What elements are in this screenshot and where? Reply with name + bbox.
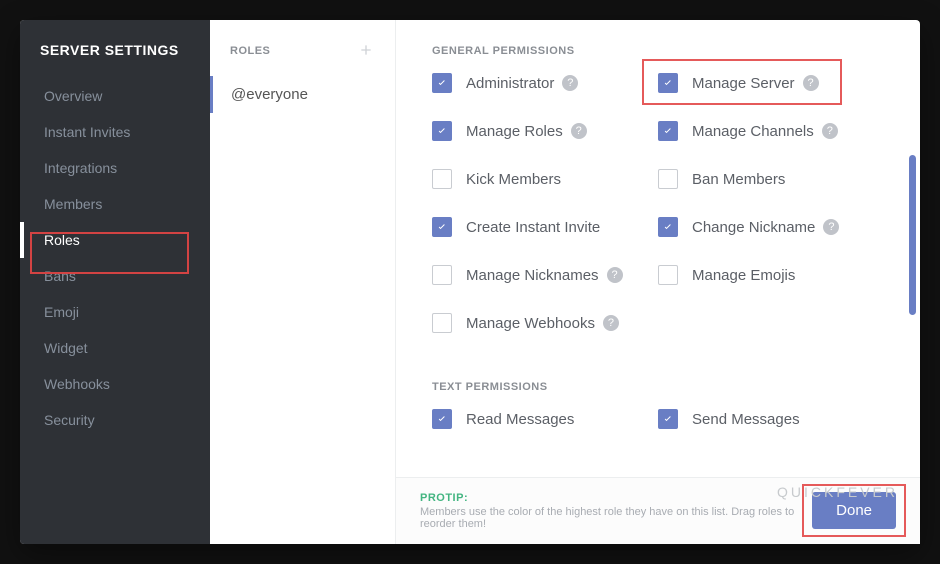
permission-item: Change Nickname? <box>658 217 884 237</box>
server-settings-modal: SERVER SETTINGS OverviewInstant InvitesI… <box>20 20 920 544</box>
protip: PROTIP: Members use the color of the hig… <box>420 492 812 530</box>
permission-label: Manage Emojis <box>692 267 795 284</box>
permission-item: Manage Emojis <box>658 265 884 285</box>
sidebar-item-widget[interactable]: Widget <box>20 330 210 366</box>
permissions-section-title: GENERAL PERMISSIONS <box>432 45 884 57</box>
help-icon[interactable]: ? <box>823 219 839 235</box>
permission-label: Manage Channels <box>692 123 814 140</box>
sidebar-nav: OverviewInstant InvitesIntegrationsMembe… <box>20 78 210 438</box>
permission-label: Read Messages <box>466 411 574 428</box>
permission-item: Send Messages <box>658 409 884 429</box>
permission-item: Manage Webhooks? <box>432 313 658 333</box>
permission-item: Create Instant Invite <box>432 217 658 237</box>
permissions-section-title: TEXT PERMISSIONS <box>432 381 884 393</box>
sidebar-item-members[interactable]: Members <box>20 186 210 222</box>
permission-checkbox[interactable] <box>658 217 678 237</box>
permission-label: Kick Members <box>466 171 561 188</box>
permission-label: Manage Server <box>692 75 795 92</box>
scrollbar-thumb[interactable] <box>909 155 916 315</box>
help-icon[interactable]: ? <box>607 267 623 283</box>
permission-item: Ban Members <box>658 169 884 189</box>
help-icon[interactable]: ? <box>571 123 587 139</box>
permission-item: Manage Roles? <box>432 121 658 141</box>
settings-sidebar: SERVER SETTINGS OverviewInstant InvitesI… <box>20 20 210 544</box>
permission-label: Administrator <box>466 75 554 92</box>
role-item[interactable]: @everyone <box>210 76 395 113</box>
sidebar-item-webhooks[interactable]: Webhooks <box>20 366 210 402</box>
permission-item: Kick Members <box>432 169 658 189</box>
permission-item: Administrator? <box>432 73 658 93</box>
help-icon[interactable]: ? <box>822 123 838 139</box>
permission-item: Manage Channels? <box>658 121 884 141</box>
sidebar-item-bans[interactable]: Bans <box>20 258 210 294</box>
permission-label: Send Messages <box>692 411 800 428</box>
permission-checkbox[interactable] <box>432 265 452 285</box>
permission-label: Ban Members <box>692 171 785 188</box>
protip-text: Members use the color of the highest rol… <box>420 506 812 530</box>
permission-item: Read Messages <box>432 409 658 429</box>
plus-icon <box>358 42 374 58</box>
permission-checkbox[interactable] <box>658 265 678 285</box>
permissions-grid: Read Messages Send Messages <box>432 409 884 457</box>
help-icon[interactable]: ? <box>603 315 619 331</box>
sidebar-item-emoji[interactable]: Emoji <box>20 294 210 330</box>
sidebar-item-roles[interactable]: Roles <box>20 222 210 258</box>
watermark: QUICKFEVER <box>777 484 898 500</box>
permission-checkbox[interactable] <box>432 169 452 189</box>
permission-checkbox[interactable] <box>432 73 452 93</box>
sidebar-item-integrations[interactable]: Integrations <box>20 150 210 186</box>
permission-item: Manage Nicknames? <box>432 265 658 285</box>
permissions-panel: GENERAL PERMISSIONSAdministrator?Manage … <box>396 20 920 544</box>
permission-checkbox[interactable] <box>658 121 678 141</box>
sidebar-title: SERVER SETTINGS <box>20 42 210 78</box>
help-icon[interactable]: ? <box>562 75 578 91</box>
permission-label: Manage Webhooks <box>466 315 595 332</box>
permission-label: Create Instant Invite <box>466 219 600 236</box>
protip-label: PROTIP: <box>420 492 812 504</box>
permission-checkbox[interactable] <box>432 409 452 429</box>
permission-checkbox[interactable] <box>432 217 452 237</box>
add-role-button[interactable] <box>357 42 375 60</box>
permission-label: Manage Roles <box>466 123 563 140</box>
permissions-footer: PROTIP: Members use the color of the hig… <box>396 477 920 544</box>
permission-checkbox[interactable] <box>658 169 678 189</box>
permission-item: Manage Server? <box>658 73 884 93</box>
permission-checkbox[interactable] <box>658 73 678 93</box>
help-icon[interactable]: ? <box>803 75 819 91</box>
permissions-grid: Administrator?Manage Server?Manage Roles… <box>432 73 884 361</box>
permission-checkbox[interactable] <box>658 409 678 429</box>
permission-label: Change Nickname <box>692 219 815 236</box>
permissions-scroll[interactable]: GENERAL PERMISSIONSAdministrator?Manage … <box>396 20 920 477</box>
sidebar-item-security[interactable]: Security <box>20 402 210 438</box>
permission-checkbox[interactable] <box>432 121 452 141</box>
roles-list-column: ROLES @everyone <box>210 20 396 544</box>
permission-label: Manage Nicknames <box>466 267 599 284</box>
sidebar-item-instant-invites[interactable]: Instant Invites <box>20 114 210 150</box>
role-list: @everyone <box>210 76 395 113</box>
roles-header-title: ROLES <box>230 45 270 57</box>
sidebar-item-overview[interactable]: Overview <box>20 78 210 114</box>
permission-checkbox[interactable] <box>432 313 452 333</box>
